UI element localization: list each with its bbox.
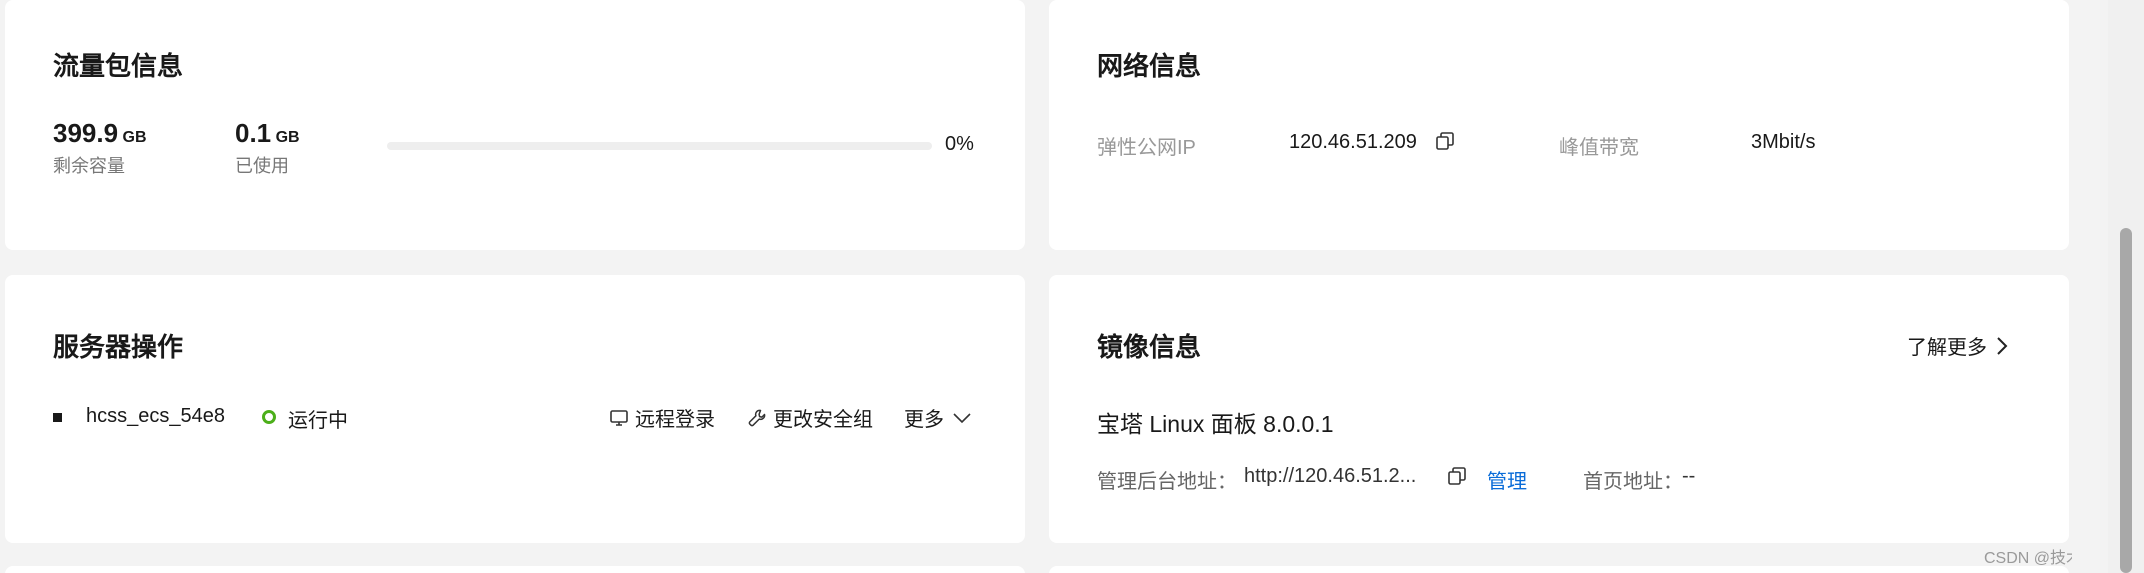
home-address-value: --	[1682, 465, 1696, 487]
used-unit: GB	[275, 129, 300, 146]
remaining-unit: GB	[122, 129, 147, 146]
usage-percent: 0%	[945, 133, 974, 155]
remaining-capacity: 399.9 GB	[53, 118, 147, 149]
network-card: 网络信息 弹性公网IP 120.46.51.209 峰值带宽 3Mbit/s	[1049, 0, 2069, 250]
server-bullet	[53, 413, 62, 422]
bandwidth-value: 3Mbit/s	[1751, 131, 1816, 153]
home-address-label: 首页地址：	[1583, 471, 1683, 493]
traffic-card: 流量包信息 399.9 GB 剩余容量 0.1 GB 已使用 0%	[5, 0, 1025, 250]
remote-login-label: 远程登录	[635, 409, 715, 431]
more-label: 更多	[904, 409, 944, 431]
server-status: 运行中	[288, 410, 348, 432]
copy-ip-icon[interactable]	[1435, 131, 1455, 151]
learn-more-label: 了解更多	[1907, 337, 1987, 359]
bandwidth-label: 峰值带宽	[1559, 137, 1639, 159]
used-label: 已使用	[235, 156, 289, 176]
traffic-title: 流量包信息	[53, 51, 184, 81]
monitor-icon	[609, 408, 629, 428]
image-title: 镜像信息	[1097, 332, 1202, 362]
remaining-value: 399.9	[53, 118, 119, 148]
eip-value: 120.46.51.209	[1289, 131, 1417, 153]
next-card-left	[5, 566, 1025, 573]
scrollbar-thumb[interactable]	[2120, 228, 2132, 573]
chevron-right-icon	[1995, 336, 2009, 356]
admin-address-value: http://120.46.51.2...	[1244, 465, 1417, 487]
copy-admin-url-icon[interactable]	[1447, 466, 1467, 486]
image-name: 宝塔 Linux 面板 8.0.0.1	[1097, 411, 1334, 437]
used-value: 0.1	[235, 118, 272, 148]
more-dropdown[interactable]: 更多	[904, 403, 972, 432]
learn-more-link[interactable]: 了解更多	[1907, 331, 2009, 360]
remote-login-button[interactable]: 远程登录	[609, 403, 715, 432]
change-security-group-label: 更改安全组	[773, 409, 873, 431]
scrollbar-track[interactable]	[2108, 0, 2144, 573]
server-ops-card: 服务器操作 hcss_ecs_54e8 运行中 远程登录 更改安全组 更多	[5, 275, 1025, 543]
usage-progress-track	[387, 142, 932, 150]
scroll-gutter	[2072, 0, 2108, 573]
server-ops-title: 服务器操作	[53, 332, 184, 362]
network-title: 网络信息	[1097, 51, 1202, 81]
eip-label: 弹性公网IP	[1097, 137, 1196, 159]
change-security-group-button[interactable]: 更改安全组	[747, 403, 873, 432]
admin-address-label: 管理后台地址：	[1097, 471, 1237, 493]
used-capacity: 0.1 GB	[235, 118, 300, 149]
remaining-label: 剩余容量	[53, 156, 125, 176]
page: 流量包信息 399.9 GB 剩余容量 0.1 GB 已使用 0% 网络信息 弹…	[0, 0, 2144, 573]
next-card-right	[1049, 566, 2069, 573]
image-card: 镜像信息 了解更多 宝塔 Linux 面板 8.0.0.1 管理后台地址： ht…	[1049, 275, 2069, 543]
status-dot-icon	[261, 409, 277, 425]
server-name: hcss_ecs_54e8	[86, 405, 225, 427]
chevron-down-icon	[952, 411, 972, 425]
wrench-icon	[747, 408, 767, 428]
manage-link[interactable]: 管理	[1487, 465, 1527, 494]
